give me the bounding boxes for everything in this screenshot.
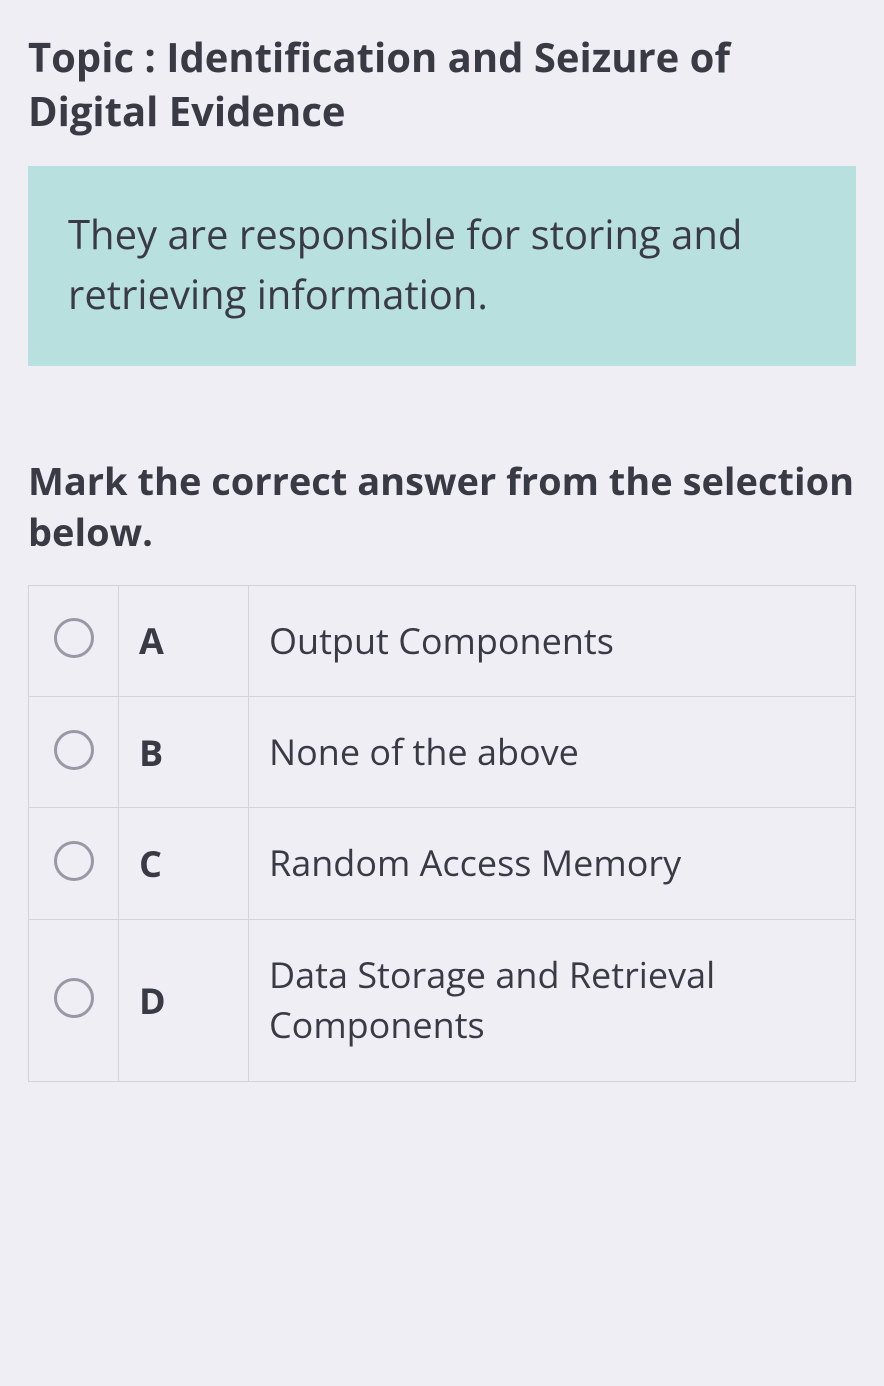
question-box: They are responsible for storing and ret… xyxy=(28,166,856,366)
option-text: Data Storage and Retrieval Components xyxy=(249,919,856,1081)
instruction-text: Mark the correct answer from the selecti… xyxy=(28,456,856,559)
option-text: Random Access Memory xyxy=(249,808,856,919)
question-text: They are responsible for storing and ret… xyxy=(68,204,816,324)
topic-title: Topic : Identification and Seizure of Di… xyxy=(28,30,856,138)
radio-button-a[interactable] xyxy=(54,618,94,658)
option-row-c[interactable]: C Random Access Memory xyxy=(29,808,856,919)
radio-cell xyxy=(29,919,119,1081)
radio-button-b[interactable] xyxy=(54,730,94,770)
option-row-b[interactable]: B None of the above xyxy=(29,696,856,807)
options-table: A Output Components B None of the above … xyxy=(28,585,856,1082)
option-letter: A xyxy=(119,585,249,696)
radio-button-d[interactable] xyxy=(54,978,94,1018)
option-letter: B xyxy=(119,696,249,807)
radio-cell xyxy=(29,585,119,696)
option-letter: C xyxy=(119,808,249,919)
option-row-a[interactable]: A Output Components xyxy=(29,585,856,696)
option-row-d[interactable]: D Data Storage and Retrieval Components xyxy=(29,919,856,1081)
radio-cell xyxy=(29,808,119,919)
option-text: None of the above xyxy=(249,696,856,807)
option-text: Output Components xyxy=(249,585,856,696)
option-letter: D xyxy=(119,919,249,1081)
radio-button-c[interactable] xyxy=(54,841,94,881)
radio-cell xyxy=(29,696,119,807)
